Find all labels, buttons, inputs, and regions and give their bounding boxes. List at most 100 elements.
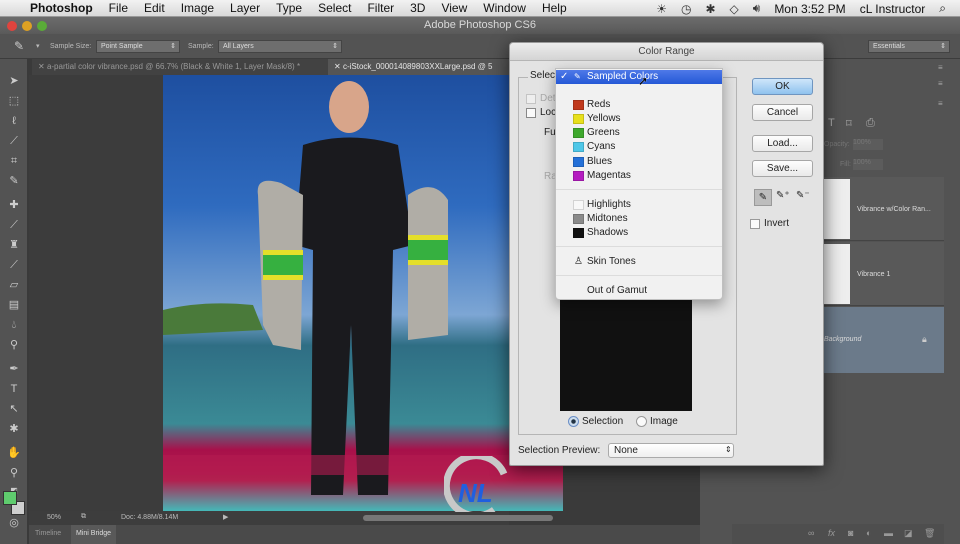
eyedropper-tool-icon[interactable]: ✎	[6, 173, 22, 189]
type-tool-icon[interactable]: T	[6, 381, 22, 397]
fx-icon[interactable]: fx	[828, 528, 835, 538]
layer-row[interactable]: Vibrance 1	[824, 242, 944, 306]
dodge-tool-icon[interactable]: ⚲	[6, 337, 22, 353]
delete-layer-icon[interactable]: 🗑︎	[924, 528, 935, 539]
fill-field[interactable]: 100%	[853, 159, 883, 170]
menu-layer[interactable]: Layer	[230, 1, 260, 15]
sample-select[interactable]: All Layers	[218, 40, 342, 53]
time-machine-icon[interactable]: ◷	[681, 2, 691, 16]
minimize-window-button[interactable]	[22, 21, 32, 31]
menu-file[interactable]: File	[109, 1, 128, 15]
hand-tool-icon[interactable]: ✋	[6, 445, 22, 461]
lasso-tool-icon[interactable]: ℓ	[6, 113, 22, 129]
sample-size-select[interactable]: Point Sample	[96, 40, 180, 53]
path-selection-tool-icon[interactable]: ↖	[6, 401, 22, 417]
menu-item-blues[interactable]: Blues	[556, 155, 722, 169]
brightness-icon[interactable]: ☀	[656, 2, 667, 16]
filter-type-icon[interactable]: T	[828, 117, 835, 129]
ok-button[interactable]: OK	[752, 78, 813, 95]
menu-item-skin-tones[interactable]: ♙ Skin Tones	[556, 255, 722, 269]
document-image[interactable]	[163, 75, 563, 511]
menu-3d[interactable]: 3D	[410, 1, 425, 15]
selection-radio[interactable]	[568, 416, 579, 427]
new-group-icon[interactable]: ▬	[884, 528, 893, 538]
brush-tool-icon[interactable]: ⟋	[6, 217, 22, 233]
foreground-color-swatch[interactable]	[3, 491, 17, 505]
menu-item-cyans[interactable]: Cyans	[556, 140, 722, 154]
eraser-tool-icon[interactable]: ▱	[6, 277, 22, 293]
eyedropper-tool-preset-icon[interactable]: ✎	[14, 39, 24, 53]
status-arrow-icon[interactable]: ▶	[223, 513, 228, 521]
menu-item-reds[interactable]: Reds	[556, 98, 722, 112]
panel-menu-icon[interactable]: ≡	[938, 99, 943, 108]
zoom-level[interactable]: 50%	[47, 514, 61, 521]
status-menu-icon[interactable]: ⧉	[81, 513, 86, 521]
panel-menu-icon[interactable]: ≡	[938, 63, 943, 72]
horizontal-scrollbar[interactable]	[363, 515, 553, 521]
selection-preview-select[interactable]: None	[608, 443, 734, 458]
layer-row[interactable]: Vibrance w/Color Ran...	[824, 177, 944, 241]
tool-preset-dropdown-icon[interactable]: ▾	[36, 42, 40, 50]
filter-smart-object-icon[interactable]: ⎙	[866, 117, 875, 130]
menu-select[interactable]: Select	[318, 1, 351, 15]
close-tab-icon[interactable]: ✕	[38, 62, 47, 71]
load-button[interactable]: Load...	[752, 135, 813, 152]
invert-checkbox[interactable]	[750, 219, 760, 229]
app-menu[interactable]: Photoshop	[30, 1, 93, 15]
gradient-tool-icon[interactable]: ▤	[6, 297, 22, 313]
clone-stamp-tool-icon[interactable]: ♜	[6, 237, 22, 253]
layer-row-selected[interactable]: Background 🔒︎	[824, 307, 944, 373]
menu-image[interactable]: Image	[181, 1, 214, 15]
opacity-field[interactable]: 100%	[853, 139, 883, 150]
menu-item-highlights[interactable]: Highlights	[556, 198, 722, 212]
panel-menu-icon[interactable]: ≡	[938, 79, 943, 88]
wifi-icon[interactable]: ◇	[730, 2, 739, 16]
menu-item-out-of-gamut[interactable]: Out of Gamut	[556, 284, 722, 298]
crop-tool-icon[interactable]: ⌗	[6, 153, 22, 169]
menu-type[interactable]: Type	[276, 1, 302, 15]
menu-help[interactable]: Help	[542, 1, 567, 15]
filter-shape-icon[interactable]: ⌑	[846, 117, 852, 130]
detect-faces-checkbox[interactable]	[526, 94, 536, 104]
clock[interactable]: Mon 3:52 PM	[774, 2, 845, 16]
history-brush-tool-icon[interactable]: ⟋	[6, 257, 22, 273]
link-layers-icon[interactable]: ∞	[808, 528, 814, 538]
eyedropper-add-icon[interactable]: ✎⁺	[776, 190, 790, 201]
tab-partial-color-vibrance[interactable]: ✕ a-partial color vibrance.psd @ 66.7% (…	[32, 59, 322, 75]
close-window-button[interactable]	[7, 21, 17, 31]
volume-icon[interactable]: 🔊︎	[753, 1, 761, 16]
pen-tool-icon[interactable]: ✒	[6, 361, 22, 377]
quick-selection-tool-icon[interactable]: ⟋	[6, 133, 22, 149]
menu-window[interactable]: Window	[483, 1, 526, 15]
localized-color-clusters-checkbox[interactable]	[526, 108, 536, 118]
menu-item-yellows[interactable]: Yellows	[556, 112, 722, 126]
shape-tool-icon[interactable]: ✱	[6, 421, 22, 437]
menu-item-shadows[interactable]: Shadows	[556, 226, 722, 240]
add-mask-icon[interactable]: ◙	[848, 528, 853, 538]
menu-filter[interactable]: Filter	[367, 1, 394, 15]
blur-tool-icon[interactable]: 💧︎	[6, 317, 22, 333]
menu-item-greens[interactable]: Greens	[556, 126, 722, 140]
quick-mask-icon[interactable]: ◎	[6, 515, 22, 531]
adjustment-layer-icon[interactable]: ◐	[866, 528, 871, 538]
spotlight-icon[interactable]: ⌕	[939, 1, 946, 16]
image-radio[interactable]	[636, 416, 647, 427]
tab-istock-image[interactable]: ✕ c-iStock_000014089803XXLarge.psd @ 5	[328, 59, 512, 75]
move-tool-icon[interactable]: ➤	[6, 73, 22, 89]
bluetooth-icon[interactable]: ✱	[705, 2, 715, 16]
menu-item-magentas[interactable]: Magentas	[556, 169, 722, 183]
new-layer-icon[interactable]: ◪	[904, 528, 913, 539]
healing-brush-tool-icon[interactable]: ✚	[6, 197, 22, 213]
tab-timeline[interactable]: Timeline	[35, 530, 61, 537]
close-tab-icon[interactable]: ✕	[334, 62, 343, 71]
menu-edit[interactable]: Edit	[144, 1, 165, 15]
save-button[interactable]: Save...	[752, 160, 813, 177]
marquee-tool-icon[interactable]: ⬚	[6, 93, 22, 109]
zoom-tool-icon[interactable]: ⚲	[6, 465, 22, 481]
menu-view[interactable]: View	[441, 1, 467, 15]
user-name[interactable]: cL Instructor	[860, 2, 926, 16]
workspace-select[interactable]: Essentials	[868, 40, 950, 53]
tab-mini-bridge[interactable]: Mini Bridge	[71, 525, 117, 544]
zoom-window-button[interactable]	[37, 21, 47, 31]
eyedropper-subtract-icon[interactable]: ✎⁻	[796, 190, 810, 201]
